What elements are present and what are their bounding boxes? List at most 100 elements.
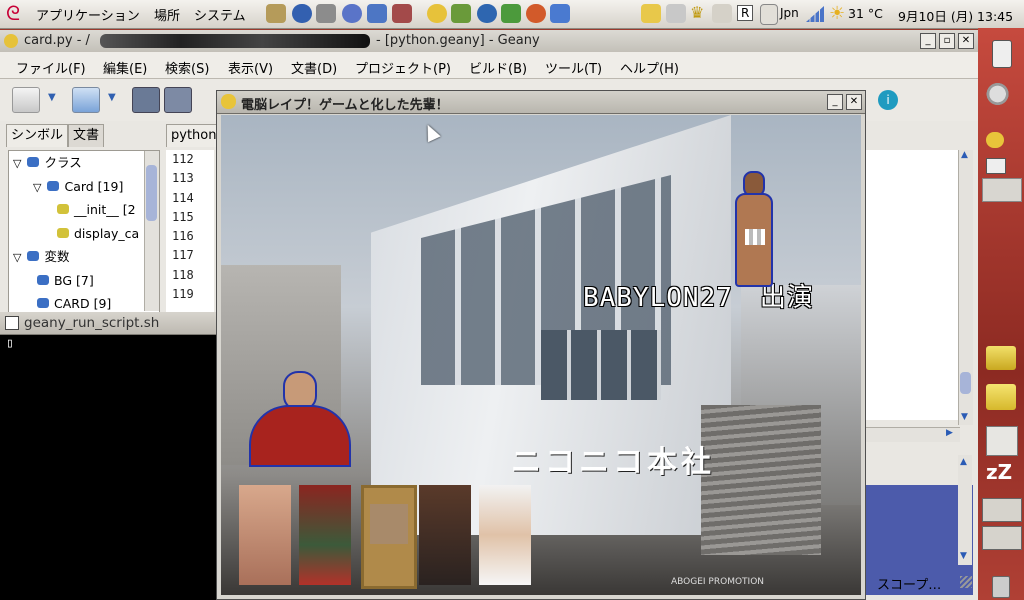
- hscroll-right-icon[interactable]: ▶: [946, 428, 953, 438]
- editor-scroll-down-icon[interactable]: ▼: [961, 412, 968, 422]
- tools-icon[interactable]: [316, 4, 336, 23]
- resize-grip-icon[interactable]: [960, 576, 972, 588]
- menu-view[interactable]: 表示(V): [228, 58, 273, 77]
- places-menu[interactable]: 場所: [154, 5, 180, 24]
- notes-tray-icon[interactable]: [641, 4, 661, 23]
- system-menu[interactable]: システム: [194, 5, 246, 24]
- expand-arrow-icon[interactable]: ▽: [33, 181, 41, 194]
- expand-arrow-icon[interactable]: ▽: [13, 251, 21, 264]
- speaker-icon[interactable]: [984, 76, 1018, 112]
- card-slot-3[interactable]: [361, 485, 417, 589]
- new-file-icon[interactable]: [12, 87, 40, 113]
- game-close-button[interactable]: ✕: [846, 94, 862, 110]
- line-number-gutter: 112 113 114 115 116 117 118 119: [166, 150, 214, 312]
- debian-logo-icon[interactable]: ᘓ: [6, 3, 26, 23]
- folder-icon[interactable]: [986, 384, 1016, 410]
- geany-titlebar[interactable]: card.py - / - [python.geany] - Geany _ ▫…: [0, 30, 978, 53]
- menu-edit[interactable]: 編集(E): [103, 58, 147, 77]
- ime-language[interactable]: Jpn: [780, 6, 799, 20]
- package-icon[interactable]: [392, 4, 412, 23]
- line-number: 116: [172, 229, 194, 244]
- browser-icon[interactable]: [292, 4, 312, 23]
- terminal-titlebar[interactable]: geany_run_script.sh: [0, 312, 216, 335]
- tab-documents[interactable]: 文書: [68, 124, 105, 147]
- card-slot-5[interactable]: [479, 485, 531, 585]
- sleep-zz-icon[interactable]: zZ: [986, 460, 1012, 484]
- editor-hscrollbar[interactable]: ▶: [864, 427, 960, 442]
- python-tray-icon[interactable]: [986, 132, 1004, 148]
- flag-icon[interactable]: [526, 4, 546, 23]
- msg-scroll-down-icon[interactable]: ▼: [960, 551, 967, 561]
- tree-scroll-thumb[interactable]: [146, 165, 157, 221]
- tree-scrollbar[interactable]: [144, 151, 159, 311]
- menu-document[interactable]: 文書(D): [291, 58, 337, 77]
- game-minimize-button[interactable]: _: [827, 94, 843, 110]
- editor-area[interactable]: [864, 150, 959, 420]
- globe-icon[interactable]: [477, 4, 497, 23]
- keyboard-tray-icon[interactable]: [712, 4, 732, 23]
- tree-row[interactable]: __init__ [2: [9, 198, 159, 222]
- save-icon[interactable]: [132, 87, 160, 113]
- close-button[interactable]: ✕: [958, 33, 974, 49]
- editor-vscrollbar[interactable]: ▲ ▼: [958, 150, 973, 425]
- graph-icon[interactable]: [986, 426, 1018, 456]
- menu-help[interactable]: ヘルプ(H): [620, 58, 679, 77]
- note-icon[interactable]: [550, 4, 570, 23]
- panel-clock[interactable]: 9月10日 (月) 13:45: [898, 6, 1013, 25]
- open-dropdown-icon[interactable]: ▼: [108, 92, 116, 103]
- ime-icon[interactable]: [760, 4, 778, 25]
- crown-icon[interactable]: ♛: [690, 3, 704, 22]
- tab-symbols[interactable]: シンボル: [6, 124, 69, 147]
- menu-tools[interactable]: ツール(T): [545, 58, 602, 77]
- tree-row[interactable]: ▽ 変数: [9, 245, 159, 269]
- enemy-character[interactable]: [243, 371, 351, 467]
- menu-project[interactable]: プロジェクト(P): [355, 58, 451, 77]
- monitor-icon[interactable]: [367, 4, 387, 23]
- open-file-icon[interactable]: [72, 87, 100, 113]
- menu-file[interactable]: ファイル(F): [16, 58, 86, 77]
- editor-scroll-up-icon[interactable]: ▲: [961, 150, 968, 160]
- game-canvas[interactable]: BABYLON27 出演 ニコニコ本社 ABOGEI PROMOTION: [221, 115, 861, 595]
- python-icon[interactable]: [427, 4, 447, 23]
- save-all-icon[interactable]: [164, 87, 192, 113]
- expand-arrow-icon[interactable]: ▽: [13, 157, 21, 170]
- ime-r-indicator[interactable]: R: [737, 5, 754, 21]
- editor-icon[interactable]: [342, 4, 362, 23]
- msg-scroll-up-icon[interactable]: ▲: [960, 457, 967, 467]
- settings-icon[interactable]: [501, 4, 521, 23]
- card-slot-2[interactable]: [299, 485, 351, 585]
- tree-row[interactable]: ▽ Card [19]: [9, 175, 159, 199]
- card-slot-4[interactable]: [419, 485, 471, 585]
- image-viewer-icon[interactable]: [451, 4, 471, 23]
- folder-open-icon[interactable]: [986, 346, 1016, 370]
- applications-menu[interactable]: アプリケーション: [36, 5, 140, 24]
- editor-scroll-thumb[interactable]: [960, 372, 971, 394]
- new-dropdown-icon[interactable]: ▼: [48, 92, 56, 103]
- tree-row[interactable]: ▽ クラス: [9, 151, 159, 175]
- tab-scope[interactable]: スコープ…: [877, 574, 941, 593]
- active-app-tray-icon[interactable]: [982, 178, 1022, 202]
- message-scrollbar[interactable]: ▲ ▼: [958, 455, 972, 565]
- card-slot-1[interactable]: [239, 485, 291, 585]
- task-icon-2[interactable]: [982, 526, 1022, 550]
- tree-row[interactable]: BG [7]: [9, 269, 159, 293]
- network-signal-icon[interactable]: [806, 6, 824, 22]
- minimize-button[interactable]: _: [920, 33, 936, 49]
- top-panel: ᘓ アプリケーション 場所 システム ♛ R Jpn ☀ 31 °C 9月10日…: [0, 0, 1024, 29]
- launcher-icon[interactable]: [266, 4, 286, 23]
- window-tray-icon[interactable]: [986, 158, 1006, 174]
- phone-icon[interactable]: [992, 40, 1012, 68]
- game-titlebar[interactable]: 電脳レイプ！ゲームと化した先輩！ _ ✕: [217, 91, 865, 114]
- tab-python-file[interactable]: python: [166, 124, 222, 147]
- weather-temperature[interactable]: 31 °C: [848, 6, 883, 21]
- trash-icon[interactable]: [992, 576, 1010, 598]
- menu-build[interactable]: ビルド(B): [469, 58, 527, 77]
- tree-row[interactable]: CARD [9]: [9, 292, 159, 313]
- menu-search[interactable]: 検索(S): [165, 58, 209, 77]
- task-icon-1[interactable]: [982, 498, 1022, 522]
- help-circle-icon[interactable]: i: [878, 90, 898, 110]
- tree-row[interactable]: display_ca: [9, 222, 159, 246]
- disk-tray-icon[interactable]: [666, 4, 686, 23]
- maximize-button[interactable]: ▫: [939, 33, 955, 49]
- player-character[interactable]: [731, 171, 773, 289]
